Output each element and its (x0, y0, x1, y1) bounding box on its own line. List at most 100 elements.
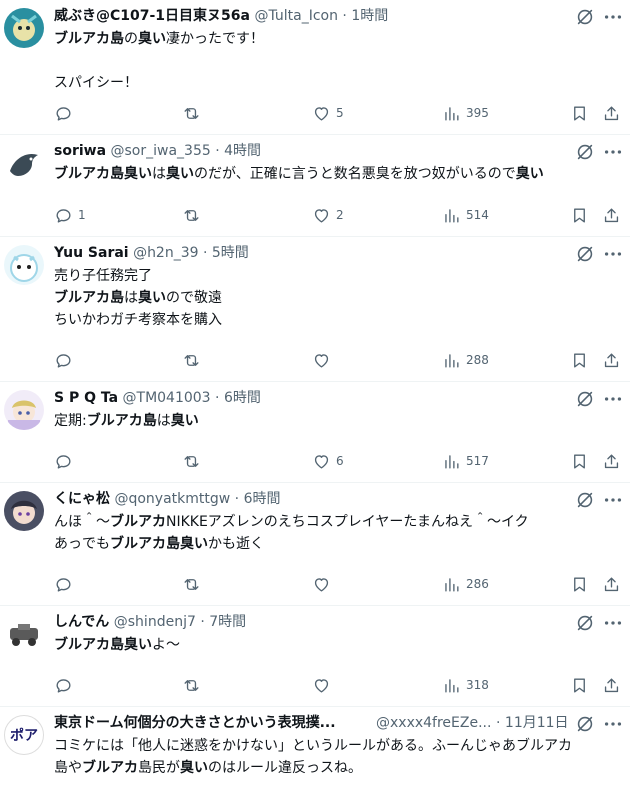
tweet[interactable]: soriwa @sor_iwa_355 · 4時間 ブルアカ島臭いは臭いのだが、正… (0, 135, 630, 237)
like-count: 6 (336, 454, 344, 468)
more-icon[interactable] (602, 243, 624, 265)
retweet-button[interactable] (182, 573, 206, 595)
bookmark-button[interactable] (570, 573, 589, 595)
grok-icon[interactable] (574, 6, 596, 28)
avatar[interactable] (4, 491, 44, 531)
tweet-text: 定期:ブルアカ島は臭い (54, 410, 620, 432)
like-button[interactable] (312, 349, 336, 371)
retweet-button[interactable] (182, 674, 206, 696)
timestamp[interactable]: 7時間 (209, 614, 246, 630)
grok-icon[interactable] (574, 388, 596, 410)
more-icon[interactable] (602, 713, 624, 735)
views-button[interactable]: 288 (442, 349, 489, 371)
share-button[interactable] (602, 102, 621, 124)
more-icon[interactable] (602, 489, 624, 511)
share-button[interactable] (602, 450, 621, 472)
retweet-button[interactable] (182, 204, 206, 226)
share-button[interactable] (602, 349, 621, 371)
author-handle[interactable]: @h2n_39 (133, 245, 198, 261)
author-handle[interactable]: @qonyatkmttgw (114, 491, 230, 507)
tweet[interactable]: S P Q Ta @TM041003 · 6時間 定期:ブルアカ島は臭い 6 517 (0, 382, 630, 483)
timestamp[interactable]: 1時間 (351, 8, 388, 24)
text-segment: 凄かったです！ (166, 31, 264, 47)
views-button[interactable]: 395 (442, 102, 489, 124)
reply-icon (54, 206, 73, 225)
highlighted-term: ブルアカ島 (54, 290, 124, 306)
bookmark-button[interactable] (570, 102, 589, 124)
avatar[interactable]: ポア (4, 715, 44, 755)
timestamp[interactable]: 5時間 (212, 245, 249, 261)
views-button[interactable]: 318 (442, 674, 489, 696)
author-name[interactable]: しんでん (54, 614, 109, 630)
like-button[interactable]: 6 (312, 450, 344, 472)
bookmark-button[interactable] (570, 450, 589, 472)
retweet-button[interactable] (182, 450, 206, 472)
grok-icon[interactable] (574, 141, 596, 163)
reply-button[interactable] (54, 102, 78, 124)
author-name[interactable]: soriwa (54, 143, 106, 159)
grok-icon[interactable] (574, 243, 596, 265)
author-name[interactable]: Yuu Sarai (54, 245, 129, 261)
bookmark-button[interactable] (570, 204, 589, 226)
author-handle[interactable]: @sor_iwa_355 (111, 143, 211, 159)
reply-button[interactable] (54, 450, 78, 472)
reply-button[interactable]: 1 (54, 204, 86, 226)
views-button[interactable]: 514 (442, 204, 489, 226)
tweet[interactable]: 威ぶき@C107-1日目東ヌ56a @Tulta_Icon · 1時間ブルアカ島… (0, 0, 630, 135)
views-button[interactable]: 517 (442, 450, 489, 472)
author-name[interactable]: くにゃ松 (54, 491, 110, 507)
highlighted-term: ブルアカ島 (54, 31, 124, 47)
tweet[interactable]: ポア · 11月11日 東京ドーム何個分の大きさとかいう表現撲... @xxxx4f… (0, 707, 630, 785)
more-icon[interactable] (602, 388, 624, 410)
author-handle[interactable]: @xxxx4freEZe... (376, 713, 491, 733)
author-name[interactable]: 東京ドーム何個分の大きさとかいう表現撲... (54, 715, 336, 731)
tweet-header: Yuu Sarai @h2n_39 · 5時間 (54, 243, 574, 263)
text-segment: NIKKEアズレンのえちコスプレイヤーたまんねえ＾～イク (166, 514, 529, 530)
avatar[interactable] (4, 390, 44, 430)
tweet-text-line: あっでもブルアカ島臭いかも逝く (54, 533, 620, 555)
like-button[interactable]: 2 (312, 204, 344, 226)
tweet[interactable]: Yuu Sarai @h2n_39 · 5時間 売り子任務完了 ブルアカ島は臭いので… (0, 237, 630, 382)
like-button[interactable]: 5 (312, 102, 344, 124)
bookmark-button[interactable] (570, 674, 589, 696)
tweet-header: 威ぶき@C107-1日目東ヌ56a @Tulta_Icon · 1時間 (54, 6, 574, 26)
tweet-header: 東京ドーム何個分の大きさとかいう表現撲... @xxxx4freEZe... (54, 713, 494, 733)
reply-button[interactable] (54, 349, 78, 371)
tweet[interactable]: くにゃ松 @qonyatkmttgw · 6時間 んほ＾～ブルアカNIKKEアズレ… (0, 483, 630, 606)
timestamp[interactable]: · 11月11日 (496, 713, 569, 733)
like-button[interactable] (312, 573, 336, 595)
reply-icon (54, 676, 73, 695)
share-button[interactable] (602, 674, 621, 696)
retweet-icon (182, 676, 201, 695)
bookmark-button[interactable] (570, 349, 589, 371)
more-icon[interactable] (602, 141, 624, 163)
grok-icon[interactable] (574, 612, 596, 634)
tweet-text-line: 売り子任務完了 (54, 265, 620, 287)
avatar[interactable] (4, 245, 44, 285)
share-button[interactable] (602, 573, 621, 595)
grok-icon[interactable] (574, 713, 596, 735)
like-button[interactable] (312, 674, 336, 696)
author-handle[interactable]: @TM041003 (123, 390, 211, 406)
author-name[interactable]: S P Q Ta (54, 390, 118, 406)
author-name[interactable]: 威ぶき@C107-1日目東ヌ56a (54, 8, 250, 24)
avatar[interactable] (4, 8, 44, 48)
highlighted-term: 臭い (138, 290, 166, 306)
more-icon[interactable] (602, 612, 624, 634)
retweet-button[interactable] (182, 349, 206, 371)
more-icon[interactable] (602, 6, 624, 28)
tweet[interactable]: しんでん @shindenj7 · 7時間 ブルアカ島臭いよ～ 318 (0, 606, 630, 707)
retweet-button[interactable] (182, 102, 206, 124)
timestamp[interactable]: 4時間 (224, 143, 261, 159)
timestamp[interactable]: 6時間 (224, 390, 261, 406)
views-button[interactable]: 286 (442, 573, 489, 595)
author-handle[interactable]: @shindenj7 (114, 614, 196, 630)
author-handle[interactable]: @Tulta_Icon (254, 8, 338, 24)
avatar[interactable] (4, 614, 44, 654)
avatar[interactable] (4, 143, 44, 183)
reply-button[interactable] (54, 573, 78, 595)
timestamp[interactable]: 6時間 (244, 491, 281, 507)
share-button[interactable] (602, 204, 621, 226)
reply-button[interactable] (54, 674, 78, 696)
grok-icon[interactable] (574, 489, 596, 511)
